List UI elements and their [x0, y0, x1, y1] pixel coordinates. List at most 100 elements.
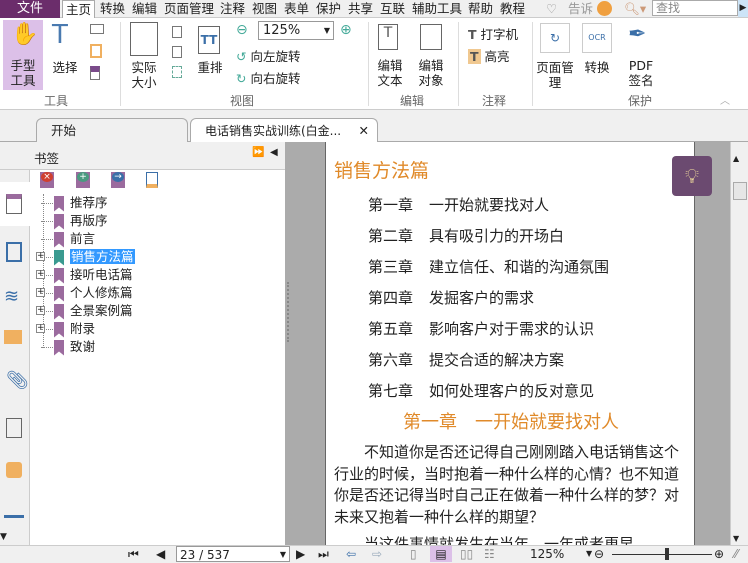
convert-label[interactable]: 转换 [580, 60, 614, 75]
menu-accessibility[interactable]: 辅助工具 [412, 0, 462, 18]
zoom-in-icon[interactable]: ⊕ [340, 22, 352, 38]
edit-object-label[interactable]: 编辑对象 [414, 58, 448, 88]
zoom-dropdown-icon[interactable]: ▼ [586, 546, 592, 562]
menu-view[interactable]: 视图 [252, 0, 277, 18]
fit-width-icon[interactable] [172, 46, 182, 58]
zoom-slider[interactable] [612, 554, 712, 555]
hand-tool-button[interactable]: ✋ 手型工具 [3, 20, 43, 90]
edit-text-label[interactable]: 编辑文本 [374, 58, 406, 88]
bookmark-item[interactable]: + 全景案例篇 [36, 302, 133, 320]
bookmark-item[interactable]: + 附录 [36, 320, 95, 338]
scroll-thumb[interactable] [733, 182, 747, 200]
continuous-facing-icon[interactable]: ☷ [484, 546, 495, 562]
zoom-slider-thumb[interactable] [665, 548, 669, 560]
close-tab-icon[interactable]: ✕ [359, 119, 369, 143]
bookmark-item[interactable]: 推荐序 [40, 194, 108, 212]
pdf-sign-label[interactable]: PDF签名 [624, 58, 658, 88]
scroll-up-icon[interactable]: ▲ [733, 154, 739, 163]
page-manage-label[interactable]: 页面管理 [536, 60, 574, 90]
toc-entry[interactable]: 第七章 如何处理客户的反对意见 [368, 380, 594, 401]
actual-size-icon[interactable] [130, 22, 158, 56]
menu-protect[interactable]: 保护 [316, 0, 341, 18]
toc-entry[interactable]: 第二章 具有吸引力的开场白 [368, 225, 564, 246]
toc-entry[interactable]: 第四章 发掘客户的需求 [368, 287, 534, 308]
pen-sign-icon[interactable]: ✒ [628, 22, 646, 47]
add-bookmark-icon[interactable]: + [76, 172, 90, 188]
menu-comment[interactable]: 注释 [220, 0, 245, 18]
menu-home[interactable]: 主页 [62, 0, 96, 18]
tell-me[interactable]: 告诉 [568, 0, 593, 18]
bookmark-item[interactable]: + 个人修炼篇 [36, 284, 133, 302]
edit-text-icon[interactable]: T [378, 24, 398, 50]
pages-panel-icon[interactable] [6, 242, 22, 262]
status-zoom-in-icon[interactable]: ⊕ [714, 546, 724, 562]
security-lock-icon[interactable] [6, 462, 22, 478]
menu-share[interactable]: 共享 [348, 0, 373, 18]
goto-bookmark-icon[interactable]: → [111, 172, 125, 188]
more-panels-icon[interactable]: ▼ [0, 532, 7, 542]
fit-visible-icon[interactable] [172, 66, 182, 78]
select-button[interactable]: T 选择 [48, 20, 82, 90]
previous-view-icon[interactable]: ⇦ [346, 546, 356, 562]
scroll-down-icon[interactable]: ▼ [733, 534, 739, 543]
panel-splitter[interactable] [287, 282, 289, 342]
comments-icon[interactable] [4, 330, 22, 344]
resize-grip-icon[interactable]: ⁄⁄ [734, 546, 738, 562]
menu-edit[interactable]: 编辑 [132, 0, 157, 18]
zoom-out-icon[interactable]: ⊖ [236, 22, 248, 38]
bookmark-options-icon[interactable] [146, 172, 158, 188]
snapshot-icon[interactable] [90, 24, 104, 34]
page-number-input[interactable]: 23 / 537 ▼ [176, 546, 290, 562]
search-input[interactable]: 查找 [652, 0, 738, 16]
bookmark-item[interactable]: + 接听电话篇 [36, 266, 133, 284]
file-menu[interactable]: 文件 [0, 0, 60, 18]
bookmarks-panel-icon[interactable] [6, 194, 22, 214]
first-page-button[interactable]: ⏮ [128, 546, 139, 562]
bookmark-item[interactable]: + 销售方法篇 [36, 248, 135, 266]
toc-entry[interactable]: 第一章 一开始就要找对人 [368, 194, 549, 215]
signature-panel-icon[interactable] [6, 418, 22, 438]
layers-icon[interactable]: ≋ [4, 286, 19, 307]
single-page-icon[interactable]: ▯ [410, 546, 417, 562]
highlight-button[interactable]: T 高亮 [468, 46, 510, 65]
rotate-right-button[interactable]: ↻ 向右旋转 [236, 68, 300, 87]
tab-document[interactable]: 电话销售实战训练(白金... ✕ [190, 118, 378, 142]
expand-panel-icon[interactable]: ⏩ [252, 147, 264, 158]
next-view-icon[interactable]: ⇨ [372, 546, 382, 562]
lightbulb-icon[interactable]: ♡ [546, 0, 557, 18]
tab-start[interactable]: 开始 [36, 118, 188, 142]
menu-page-manage[interactable]: 页面管理 [164, 0, 214, 18]
bookmark-item[interactable]: 再版序 [40, 212, 108, 230]
last-page-button[interactable]: ⏭ [318, 546, 329, 562]
bookmark-item[interactable]: 前言 [40, 230, 95, 248]
bookmark-page-icon[interactable] [90, 66, 100, 80]
clipboard-icon[interactable] [90, 44, 102, 58]
form-icon[interactable] [4, 515, 24, 525]
menu-help[interactable]: 帮助 [468, 0, 493, 18]
continuous-page-icon[interactable]: ▤ [430, 546, 452, 562]
tips-lightbulb-button[interactable]: 💡︎ [672, 156, 712, 196]
collapse-panel-icon[interactable]: ◀ [270, 147, 278, 158]
zoom-select[interactable]: 125% ▼ [258, 21, 334, 40]
facing-page-icon[interactable]: ▯▯ [460, 546, 473, 562]
delete-bookmark-icon[interactable]: × [40, 172, 54, 188]
toc-entry[interactable]: 第三章 建立信任、和谐的沟通氛围 [368, 256, 609, 277]
status-zoom-value[interactable]: 125% [530, 546, 564, 562]
ocr-icon[interactable]: OCR [582, 23, 612, 53]
fit-page-icon[interactable] [172, 26, 182, 38]
attachment-icon[interactable]: 📎︎ [6, 370, 29, 391]
reflow-icon[interactable]: TT [198, 26, 220, 54]
toc-entry[interactable]: 第六章 提交合适的解决方案 [368, 349, 564, 370]
rotate-left-button[interactable]: ↺ 向左旋转 [236, 46, 300, 65]
reflow-label[interactable]: 重排 [195, 60, 225, 75]
search-go-button[interactable]: ▶ [738, 0, 748, 17]
next-page-button[interactable]: ▶ [296, 546, 305, 562]
status-zoom-out-icon[interactable]: ⊖ [594, 546, 604, 562]
bookmark-item[interactable]: 致谢 [40, 338, 95, 356]
heart-icon[interactable] [597, 1, 612, 16]
find-icon[interactable]: 🔍︎▾ [624, 0, 646, 18]
actual-size-label[interactable]: 实际大小 [128, 60, 160, 90]
menu-convert[interactable]: 转换 [100, 0, 125, 18]
vertical-scrollbar[interactable]: ▲ ▼ [730, 142, 748, 545]
page-manage-icon[interactable]: ↻ [540, 23, 570, 53]
